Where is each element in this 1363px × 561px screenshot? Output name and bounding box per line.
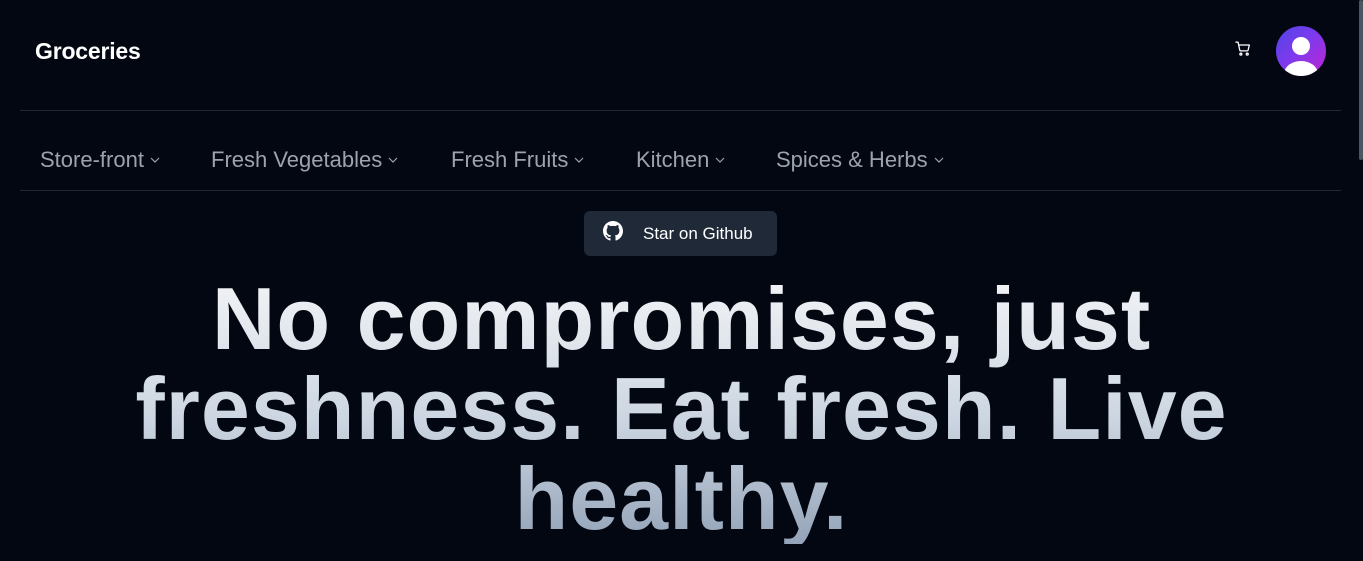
page: Groceries Store-front Fresh Vegetables F… [0, 0, 1363, 561]
scrollbar-thumb[interactable] [1359, 0, 1363, 160]
nav-item-fresh-vegetables[interactable]: Fresh Vegetables [211, 147, 398, 173]
top-header: Groceries [20, 0, 1341, 111]
star-on-github-button[interactable]: Star on Github [584, 211, 777, 256]
chevron-down-icon [715, 157, 725, 163]
nav-item-label: Fresh Vegetables [211, 147, 383, 172]
user-avatar-icon [1276, 37, 1326, 76]
user-avatar-button[interactable] [1276, 26, 1326, 76]
page-scrollbar[interactable] [1357, 0, 1363, 561]
github-button-label: Star on Github [643, 223, 753, 243]
nav-item-label: Fresh Fruits [451, 147, 569, 172]
category-nav: Store-front Fresh Vegetables Fresh Fruit… [20, 111, 1341, 191]
nav-item-store-front[interactable]: Store-front [40, 147, 160, 173]
shopping-cart-icon [1234, 40, 1252, 62]
nav-item-kitchen[interactable]: Kitchen [636, 147, 725, 173]
nav-item-label: Kitchen [636, 147, 710, 172]
nav-item-spices-herbs[interactable]: Spices & Herbs [776, 147, 944, 173]
chevron-down-icon [150, 157, 160, 163]
github-icon [603, 221, 623, 246]
nav-item-label: Spices & Herbs [776, 147, 928, 172]
nav-item-label: Store-front [40, 147, 144, 172]
chevron-down-icon [574, 157, 584, 163]
brand-logo[interactable]: Groceries [35, 38, 141, 65]
hero-headline: No compromises, just freshness. Eat fres… [80, 274, 1283, 544]
cart-button[interactable] [1232, 40, 1254, 62]
chevron-down-icon [934, 157, 944, 163]
nav-item-fresh-fruits[interactable]: Fresh Fruits [451, 147, 584, 173]
chevron-down-icon [388, 157, 398, 163]
